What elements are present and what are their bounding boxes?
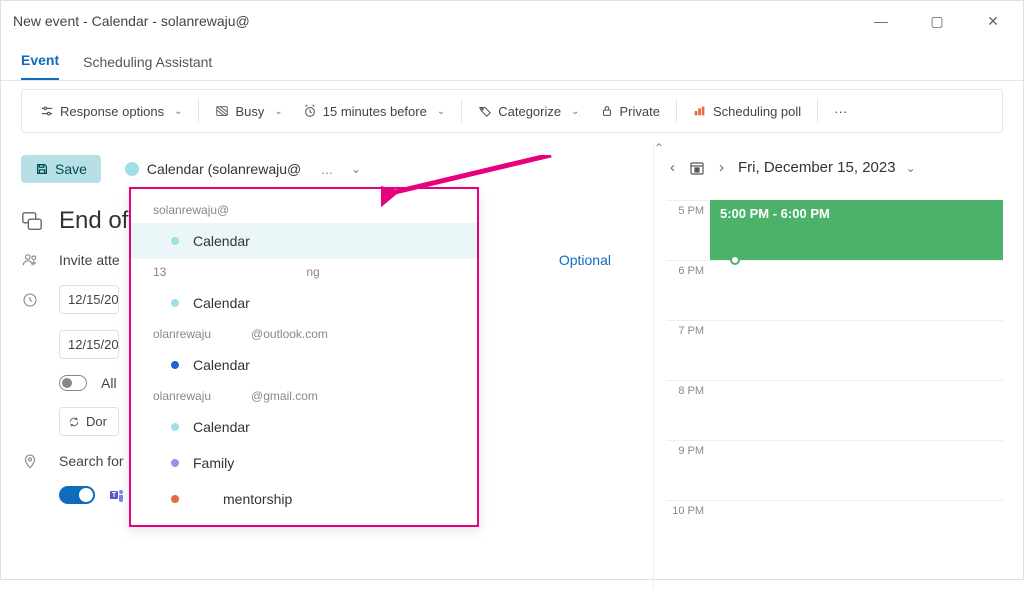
dropdown-group: 13ng xyxy=(131,259,477,285)
more-button[interactable]: ··· xyxy=(826,98,855,125)
repeat-icon xyxy=(68,416,80,428)
invite-attendees-input[interactable]: Invite atte xyxy=(59,252,120,268)
minimize-icon[interactable]: — xyxy=(863,13,899,30)
ellipsis-icon: ··· xyxy=(834,104,847,119)
toolbar: Response options⌄ Busy⌄ 15 minutes befor… xyxy=(21,89,1003,133)
reminder-button[interactable]: 15 minutes before⌄ xyxy=(295,98,453,125)
online-meeting-toggle[interactable] xyxy=(59,486,95,504)
annotation-arrow xyxy=(381,155,561,213)
color-dot xyxy=(171,299,179,307)
private-button[interactable]: Private xyxy=(592,98,668,125)
response-options-button[interactable]: Response options⌄ xyxy=(32,98,190,125)
poll-icon xyxy=(693,104,707,118)
hour-label: 8 PM xyxy=(666,381,710,397)
maximize-icon[interactable]: ▢ xyxy=(919,13,955,30)
hour-label: 5 PM xyxy=(666,201,710,217)
hour-label: 6 PM xyxy=(666,261,710,277)
calendar-dropdown: solanrewaju@ Calendar 13ng Calendar olan… xyxy=(129,187,479,527)
save-button[interactable]: Save xyxy=(21,155,101,183)
color-dot xyxy=(171,495,179,503)
people-icon xyxy=(21,251,45,269)
svg-text:T: T xyxy=(112,492,117,499)
tab-bar: Event Scheduling Assistant xyxy=(1,41,1023,81)
day-grid[interactable]: 5:00 PM - 6:00 PM 5 PM 6 PM 7 PM 8 PM 9 … xyxy=(666,200,1003,560)
sliders-icon xyxy=(40,104,54,118)
color-dot xyxy=(171,237,179,245)
repeat-field[interactable]: Dor xyxy=(59,407,119,436)
allday-label: All xyxy=(101,375,117,391)
chevron-down-icon: ⌄ xyxy=(571,106,579,117)
calendar-event[interactable]: 5:00 PM - 6:00 PM xyxy=(710,200,1003,260)
dropdown-group: olanrewaju@outlook.com xyxy=(131,321,477,347)
resize-handle[interactable] xyxy=(730,255,740,265)
prev-day-button[interactable]: ‹ xyxy=(666,155,679,180)
chevron-down-icon: ⌄ xyxy=(174,106,182,117)
busy-button[interactable]: Busy⌄ xyxy=(207,98,290,125)
scheduling-poll-button[interactable]: Scheduling poll xyxy=(685,98,809,125)
start-date-field[interactable]: 12/15/20 xyxy=(59,285,119,314)
separator xyxy=(817,99,818,123)
window-controls: — ▢ ✕ xyxy=(863,13,1011,30)
chevron-down-icon: ⌄ xyxy=(274,106,282,117)
dropdown-item-calendar[interactable]: Calendar xyxy=(131,347,477,383)
optional-button[interactable]: Optional xyxy=(559,252,611,268)
next-day-button[interactable]: › xyxy=(715,155,728,180)
day-header[interactable]: Fri, December 15, 2023 xyxy=(738,159,896,176)
title-bar: New event - Calendar - solanrewaju@ — ▢ … xyxy=(1,1,1023,41)
close-icon[interactable]: ✕ xyxy=(975,13,1011,30)
dropdown-item-calendar[interactable]: Calendar xyxy=(131,409,477,445)
busy-icon xyxy=(215,104,229,118)
color-dot xyxy=(171,423,179,431)
categorize-button[interactable]: Categorize⌄ xyxy=(470,98,587,125)
title-icon xyxy=(21,210,45,232)
tab-scheduling[interactable]: Scheduling Assistant xyxy=(83,54,212,80)
calendar-selector[interactable]: Calendar (solanrewaju@ ... ⌄ xyxy=(115,157,371,181)
hour-label: 7 PM xyxy=(666,321,710,337)
window-title: New event - Calendar - solanrewaju@ xyxy=(13,13,250,29)
end-date-field[interactable]: 12/15/20 xyxy=(59,330,119,359)
location-input[interactable]: Search for xyxy=(59,453,124,469)
dropdown-item-family[interactable]: Family xyxy=(131,445,477,481)
dropdown-group: olanrewaju@gmail.com xyxy=(131,383,477,409)
chevron-down-icon: ⌄ xyxy=(437,106,445,117)
event-title-input[interactable]: End of xyxy=(59,207,128,235)
event-form: Save Calendar (solanrewaju@ ... ⌄ solanr… xyxy=(21,145,641,589)
clock-icon xyxy=(21,291,45,309)
tab-event[interactable]: Event xyxy=(21,52,59,80)
day-view: ⌃ ‹ › Fri, December 15, 2023 ⌄ 5:00 PM -… xyxy=(653,145,1003,589)
separator xyxy=(676,99,677,123)
separator xyxy=(198,99,199,123)
dropdown-item-calendar[interactable]: Calendar xyxy=(131,285,477,321)
clock-icon xyxy=(303,104,317,118)
save-icon xyxy=(35,162,49,176)
teams-icon: T xyxy=(109,487,125,503)
location-icon xyxy=(21,452,45,470)
scroll-up-icon[interactable]: ⌃ xyxy=(654,141,664,155)
dropdown-item-mentorship[interactable]: mentorship xyxy=(131,481,477,517)
calendar-color-dot xyxy=(125,162,139,176)
chevron-down-icon: ⌄ xyxy=(351,162,361,176)
color-dot xyxy=(171,361,179,369)
lock-icon xyxy=(600,104,614,118)
tag-icon xyxy=(478,104,492,118)
dropdown-item-calendar[interactable]: Calendar xyxy=(131,223,477,259)
chevron-down-icon[interactable]: ⌄ xyxy=(906,161,916,175)
separator xyxy=(461,99,462,123)
hour-label: 10 PM xyxy=(666,501,710,517)
hour-label: 9 PM xyxy=(666,441,710,457)
color-dot xyxy=(171,459,179,467)
today-icon[interactable] xyxy=(689,160,705,176)
allday-toggle[interactable] xyxy=(59,375,87,391)
